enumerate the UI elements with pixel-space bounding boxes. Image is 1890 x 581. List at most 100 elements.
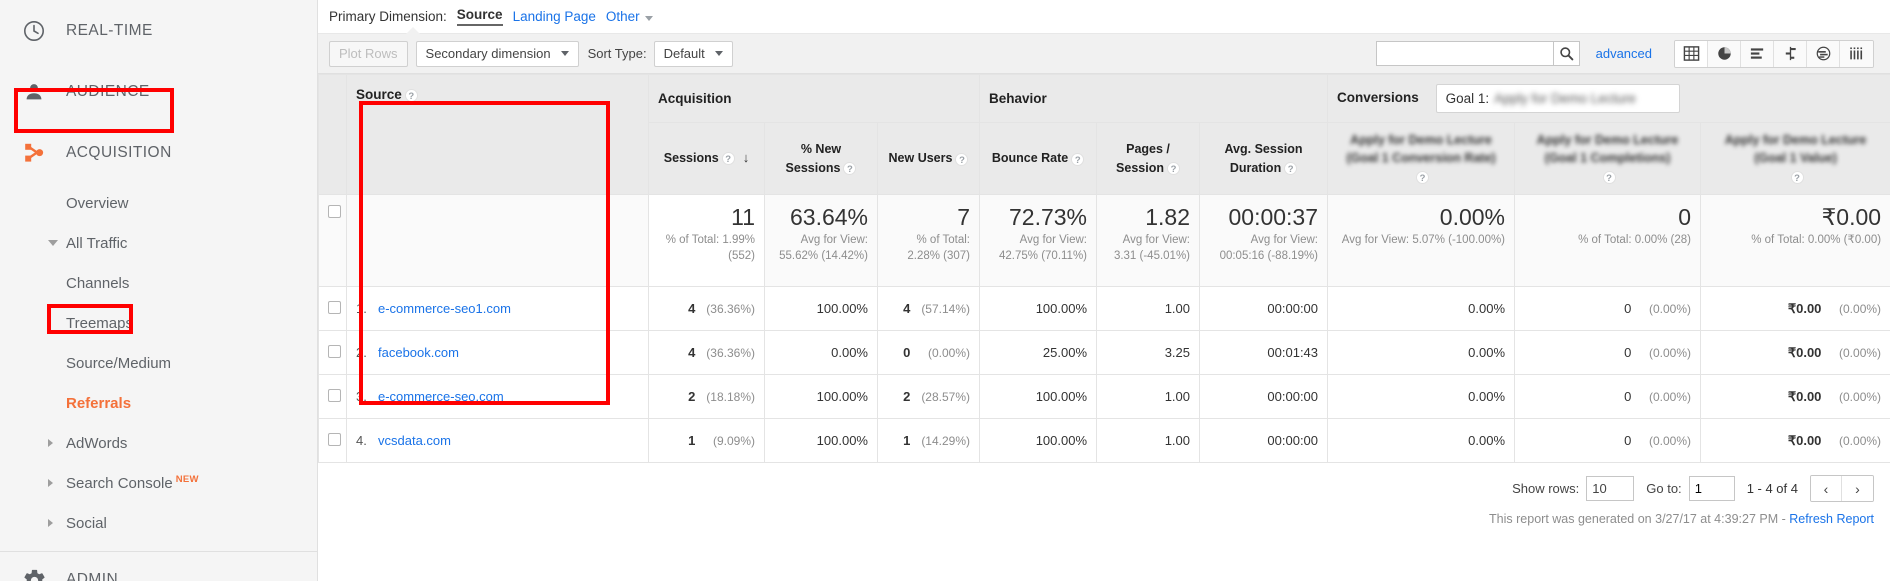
row-checkbox-cell[interactable] (318, 374, 347, 419)
percentage-pie-view-icon[interactable] (1708, 40, 1741, 67)
table-row[interactable]: 1. e-commerce-seo1.com 4 (36.36%) 100.00%… (318, 286, 1890, 331)
chevron-right-icon[interactable] (22, 479, 66, 487)
select-all-checkbox[interactable] (328, 205, 341, 218)
row-index: 4. (356, 433, 367, 448)
sidebar-label-adwords: AdWords (66, 434, 128, 452)
sidebar-item-channels[interactable]: Channels (0, 263, 317, 303)
term-cloud-view-icon[interactable] (1807, 40, 1840, 67)
acquisition-icon (22, 140, 66, 166)
performance-bar-view-icon[interactable] (1741, 40, 1774, 67)
sidebar-item-all-traffic[interactable]: All Traffic (0, 223, 317, 263)
row-checkbox-cell[interactable] (318, 330, 347, 375)
selected-dimension-notch (406, 27, 420, 34)
row-source-link[interactable]: facebook.com (378, 345, 459, 360)
chevron-right-icon[interactable]: › (1842, 476, 1873, 501)
sidebar-item-referrals[interactable]: Referrals (0, 383, 317, 423)
column-header-pages-per-session[interactable]: Pages / Session? (1096, 122, 1201, 195)
help-icon[interactable]: ? (1071, 152, 1085, 166)
row-checkbox-cell[interactable] (318, 418, 347, 463)
sidebar-item-treemaps[interactable]: Treemaps (0, 303, 317, 343)
sidebar-item-admin[interactable]: ADMIN (0, 552, 317, 581)
refresh-report-link[interactable]: Refresh Report (1789, 512, 1874, 526)
column-header-avg-session-duration[interactable]: Avg. Session Duration? (1199, 122, 1329, 195)
sort-type-select[interactable]: Default (653, 40, 733, 67)
row-checkbox[interactable] (328, 300, 341, 314)
sidebar-label-acquisition: ACQUISITION (66, 143, 172, 161)
comparison-view-icon[interactable] (1774, 40, 1807, 67)
table-view-icon[interactable] (1675, 40, 1708, 67)
sidebar-item-source-medium[interactable]: Source/Medium (0, 343, 317, 383)
show-rows-select[interactable]: 10 (1586, 476, 1635, 501)
primary-dimension-other[interactable]: Other (606, 9, 653, 24)
column-header-goal-conversion-rate[interactable]: Apply for Demo Lecture (Goal 1 Conversio… (1327, 122, 1516, 195)
column-header-new-sessions-pct[interactable]: % New Sessions? (764, 122, 878, 195)
table-row[interactable]: 4. vcsdata.com 1 (9.09%) 100.00% 1 (14.29… (318, 418, 1890, 463)
clock-icon (22, 19, 66, 43)
column-header-new-users[interactable]: New Users? (876, 122, 981, 195)
sidebar-item-real-time[interactable]: REAL-TIME (0, 0, 317, 61)
advanced-link[interactable]: advanced (1596, 46, 1652, 61)
help-icon[interactable]: ? (1284, 161, 1298, 175)
row-pages-per-session: 1.00 (1096, 374, 1201, 419)
select-all-checkbox-cell[interactable] (318, 194, 347, 287)
help-icon[interactable]: ? (955, 152, 969, 166)
sidebar-item-overview[interactable]: Overview (0, 183, 317, 223)
row-source-link[interactable]: e-commerce-seo.com (378, 389, 504, 404)
help-icon[interactable]: ? (1790, 170, 1804, 184)
sidebar-item-audience[interactable]: AUDIENCE (0, 61, 317, 122)
row-avg-session-duration: 00:01:43 (1199, 330, 1329, 375)
row-sessions: 2 (18.18%) (648, 374, 765, 419)
help-icon[interactable]: ? (1416, 170, 1430, 184)
help-icon[interactable]: ? (1166, 161, 1180, 175)
table-row[interactable]: 2. facebook.com 4 (36.36%) 0.00% 0 (0.00%… (318, 330, 1890, 375)
table-row[interactable]: 3. e-commerce-seo.com 2 (18.18%) 100.00% … (318, 374, 1890, 419)
chevron-right-icon[interactable] (22, 519, 66, 527)
sidebar-item-social[interactable]: Social (0, 503, 317, 543)
row-new-users: 2 (28.57%) (876, 374, 981, 419)
row-checkbox-cell[interactable] (318, 286, 347, 331)
row-source-link[interactable]: vcsdata.com (378, 433, 451, 448)
row-source-link[interactable]: e-commerce-seo1.com (378, 301, 511, 316)
sidebar-label-audience: AUDIENCE (66, 82, 150, 100)
new-badge: NEW (175, 474, 199, 485)
summary-avg-session-duration: 00:00:37 Avg for View: 00:05:16 (-88.19%… (1199, 194, 1329, 287)
row-checkbox[interactable] (328, 388, 341, 402)
help-icon[interactable]: ? (1602, 170, 1616, 184)
row-bounce-rate: 100.00% (979, 418, 1098, 463)
pivot-view-icon[interactable] (1840, 40, 1873, 67)
chevron-down-icon (644, 16, 653, 21)
search-input[interactable] (1375, 41, 1553, 66)
column-header-goal-value[interactable]: Apply for Demo Lecture (Goal 1 Value)? (1700, 122, 1890, 195)
column-header-goal-completions[interactable]: Apply for Demo Lecture (Goal 1 Completio… (1514, 122, 1702, 195)
primary-dimension-source[interactable]: Source (456, 7, 503, 26)
chevron-right-icon[interactable] (22, 439, 66, 447)
show-rows-label: Show rows: (1512, 481, 1580, 496)
chevron-down-icon (560, 51, 569, 56)
help-icon[interactable]: ? (721, 152, 735, 166)
sidebar-item-adwords[interactable]: AdWords (0, 423, 317, 463)
row-sessions: 1 (9.09%) (648, 418, 765, 463)
search-icon[interactable] (1552, 41, 1580, 66)
dimension-header-cell: Source? (346, 74, 649, 195)
row-sessions: 4 (36.36%) (648, 330, 765, 375)
column-header-sessions[interactable]: Sessions? ↓ (648, 122, 765, 195)
help-icon[interactable]: ? (404, 88, 418, 102)
row-source-cell: 1. e-commerce-seo1.com (346, 286, 649, 331)
summary-new-sessions-sub: Avg for View: 55.62% (14.42%) (779, 234, 868, 262)
goal-selector[interactable]: Goal 1: Apply for Demo Lecture (1435, 84, 1680, 113)
goto-label: Go to: (1646, 481, 1682, 496)
row-checkbox[interactable] (328, 344, 341, 358)
column-header-bounce-rate[interactable]: Bounce Rate? (979, 122, 1098, 195)
help-icon[interactable]: ? (843, 161, 857, 175)
chevron-down-icon[interactable] (22, 240, 66, 246)
plot-rows-button[interactable]: Plot Rows (329, 40, 408, 67)
chevron-left-icon[interactable]: ‹ (1811, 476, 1842, 501)
row-checkbox[interactable] (328, 432, 341, 446)
sidebar-item-search-console[interactable]: Search Console NEW (0, 463, 317, 503)
secondary-dimension-button[interactable]: Secondary dimension (415, 40, 579, 67)
goto-input[interactable] (1688, 476, 1735, 501)
sidebar-item-acquisition[interactable]: ACQUISITION (0, 122, 317, 183)
summary-goal-value-sub: % of Total: 0.00% (₹0.00) (1751, 234, 1882, 247)
primary-dimension-landing-page[interactable]: Landing Page (513, 9, 596, 24)
summary-bounce-rate-value: 72.73% (1009, 204, 1088, 230)
